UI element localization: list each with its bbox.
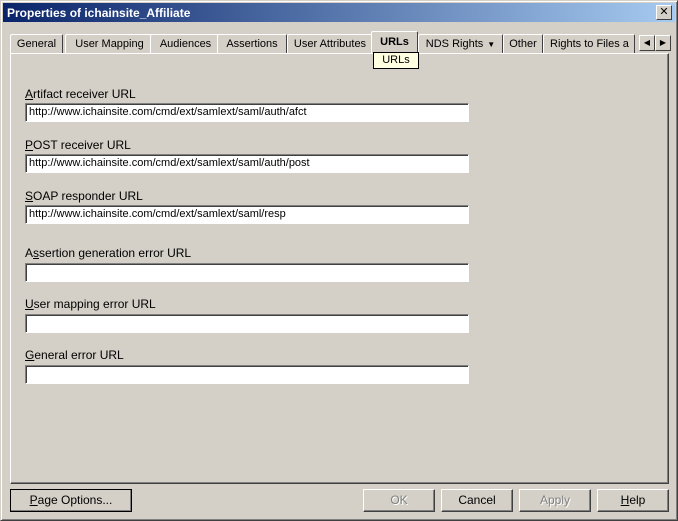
chevron-left-icon[interactable]: ◀ xyxy=(639,35,655,51)
artifact-receiver-url-label: Artifact receiver URL xyxy=(25,87,136,101)
tab-general[interactable]: General xyxy=(10,34,63,53)
help-button[interactable]: Help xyxy=(597,489,669,512)
artifact-receiver-url-input[interactable] xyxy=(25,103,469,122)
tab-tooltip: URLs xyxy=(373,52,419,69)
apply-button[interactable]: Apply xyxy=(519,489,591,512)
window-title: Properties of ichainsite_Affiliate xyxy=(7,6,191,20)
close-icon[interactable]: ✕ xyxy=(656,5,672,20)
tab-user-attributes[interactable]: User Attributes xyxy=(287,34,373,53)
general-error-url-input[interactable] xyxy=(25,365,469,384)
cancel-button[interactable]: Cancel xyxy=(441,489,513,512)
tab-urls[interactable]: URLs xyxy=(371,31,418,53)
tab-assertions[interactable]: Assertions xyxy=(217,34,287,53)
title-bar[interactable]: Properties of ichainsite_Affiliate ✕ xyxy=(3,3,675,22)
user-mapping-error-url-input[interactable] xyxy=(25,314,469,333)
user-mapping-error-url-label: User mapping error URL xyxy=(25,297,156,311)
page-options-button[interactable]: Page Options... xyxy=(10,489,132,512)
tab-rights-to-files[interactable]: Rights to Files a xyxy=(543,34,635,53)
post-receiver-url-input[interactable] xyxy=(25,154,469,173)
ok-button[interactable]: OK xyxy=(363,489,435,512)
tab-other[interactable]: Other xyxy=(503,34,543,53)
tab-audiences[interactable]: Audiences xyxy=(150,34,221,53)
assertion-generation-error-url-label: Assertion generation error URL xyxy=(25,246,192,260)
tab-strip: General User Mapping Audiences Assertion… xyxy=(10,31,671,54)
chevron-down-icon: ▼ xyxy=(487,40,496,49)
general-error-url-label: General error URL xyxy=(25,348,124,362)
assertion-generation-error-url-input[interactable] xyxy=(25,263,469,282)
tab-nds-rights[interactable]: NDS Rights ▼ xyxy=(418,34,503,53)
soap-responder-url-label: SOAP responder URL xyxy=(25,189,143,203)
tab-user-mapping[interactable]: User Mapping xyxy=(65,34,154,53)
properties-window: Properties of ichainsite_Affiliate ✕ Gen… xyxy=(0,0,678,521)
soap-responder-url-input[interactable] xyxy=(25,205,469,224)
tab-scroll-buttons: ◀ ▶ xyxy=(639,35,671,51)
post-receiver-url-label: POST receiver URL xyxy=(25,138,131,152)
chevron-right-icon[interactable]: ▶ xyxy=(655,35,671,51)
